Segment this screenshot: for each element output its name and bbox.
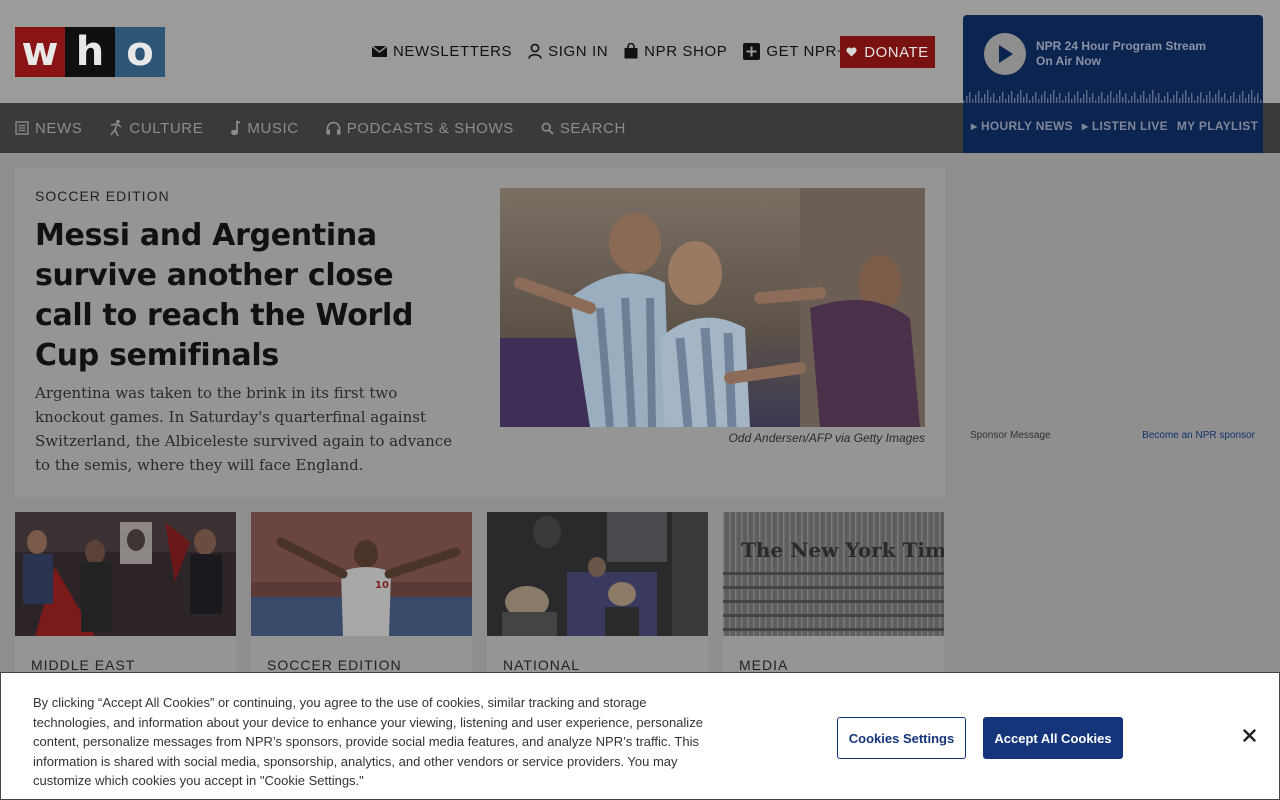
story-card[interactable]: MIDDLE EAST xyxy=(15,512,236,687)
newsletters-link[interactable]: NEWSLETTERS xyxy=(372,43,512,60)
nav-culture-label: CULTURE xyxy=(129,119,204,137)
close-icon xyxy=(1242,728,1256,742)
card-section-label[interactable]: SOCCER EDITION xyxy=(267,657,402,673)
music-note-icon xyxy=(231,120,241,136)
card-image: 10 xyxy=(251,512,472,636)
card-image xyxy=(15,512,236,636)
nav-music-label: MUSIC xyxy=(247,119,299,137)
hero-teaser: Argentina was taken to the brink in its … xyxy=(35,384,453,474)
cookies-settings-button[interactable]: Cookies Settings xyxy=(837,717,966,759)
svg-text:10: 10 xyxy=(375,580,389,591)
npr-shop-label: NPR SHOP xyxy=(644,42,728,60)
dancer-icon xyxy=(110,119,122,137)
plus-square-icon xyxy=(743,42,761,60)
hero-section-label[interactable]: SOCCER EDITION xyxy=(35,188,170,204)
shopping-bag-icon xyxy=(624,43,638,59)
cookie-consent-banner: By clicking “Accept All Cookies” or cont… xyxy=(0,672,1280,800)
card-image xyxy=(487,512,708,636)
card-section-label[interactable]: MIDDLE EAST xyxy=(31,657,135,673)
headphones-icon xyxy=(326,121,341,135)
hero-image[interactable] xyxy=(500,188,925,427)
play-icon xyxy=(999,45,1013,63)
story-cards: MIDDLE EAST 10 SOCCER EDITION NATIONAL T… xyxy=(15,512,944,687)
card-section-label[interactable]: NATIONAL xyxy=(503,657,580,673)
logo-letter-o: o xyxy=(115,27,165,77)
sponsor-bar: Sponsor Message Become an NPR sponsor xyxy=(970,430,1255,441)
live-stream-player: NPR 24 Hour Program Stream On Air Now ▸ … xyxy=(963,15,1263,153)
nyt-masthead-text: The New York Times xyxy=(741,538,944,562)
subway-photo xyxy=(487,512,708,636)
sign-in-link[interactable]: SIGN IN xyxy=(528,43,608,60)
section-nav: NEWS CULTURE MUSIC PODCASTS & SHOWS SEAR… xyxy=(0,103,963,153)
section-nav-edge xyxy=(1263,103,1280,153)
nav-culture[interactable]: CULTURE xyxy=(109,119,203,137)
wnyc-logo[interactable]: w h o xyxy=(15,27,165,77)
sponsor-message: Sponsor Message xyxy=(970,430,1051,441)
nav-music[interactable]: MUSIC xyxy=(230,120,298,137)
sign-in-label: SIGN IN xyxy=(548,42,609,60)
logo-letter-w: w xyxy=(15,27,65,77)
nav-search-label: SEARCH xyxy=(559,119,626,137)
become-sponsor-link[interactable]: Become an NPR sponsor xyxy=(1142,430,1255,441)
audio-waveform xyxy=(963,90,1262,103)
card-image: The New York Times xyxy=(723,512,944,636)
nav-news[interactable]: NEWS xyxy=(15,120,82,137)
nyt-building-photo: The New York Times xyxy=(723,512,944,636)
logo-letter-h: h xyxy=(65,27,115,77)
stream-title: NPR 24 Hour Program Stream xyxy=(1036,39,1207,53)
nav-search[interactable]: SEARCH xyxy=(541,120,626,137)
story-card[interactable]: 10 SOCCER EDITION xyxy=(251,512,472,687)
nav-podcasts-label: PODCASTS & SHOWS xyxy=(346,119,514,137)
hero-photo-credit: Odd Andersen/AFP via Getty Images xyxy=(728,431,925,445)
stream-status: On Air Now xyxy=(1036,54,1101,68)
heart-icon xyxy=(846,47,857,57)
user-icon xyxy=(528,43,542,59)
story-card[interactable]: NATIONAL xyxy=(487,512,708,687)
england-player-photo: 10 xyxy=(251,512,472,636)
listen-live-link[interactable]: ▸ LISTEN LIVE xyxy=(1082,119,1168,133)
hero-story: SOCCER EDITION Messi and Argentina survi… xyxy=(15,168,945,497)
hero-headline[interactable]: Messi and Argentina survive another clos… xyxy=(35,216,455,376)
get-npr-plus-label: GET NPR+ xyxy=(766,42,847,60)
cookie-policy-text: By clicking “Accept All Cookies” or cont… xyxy=(33,695,703,788)
search-icon xyxy=(541,122,554,135)
newsletters-label: NEWSLETTERS xyxy=(393,42,513,60)
hero-photo xyxy=(500,188,925,427)
nav-news-label: NEWS xyxy=(35,119,83,137)
npr-shop-link[interactable]: NPR SHOP xyxy=(624,43,727,60)
player-links: ▸ HOURLY NEWS ▸ LISTEN LIVE MY PLAYLIST xyxy=(963,119,1263,133)
donate-button[interactable]: DONATE xyxy=(840,36,935,68)
envelope-icon xyxy=(372,45,387,57)
nav-podcasts-shows[interactable]: PODCASTS & SHOWS xyxy=(326,120,514,137)
story-card[interactable]: The New York Times MEDIA xyxy=(723,512,944,687)
donate-label: DONATE xyxy=(864,43,929,61)
accept-all-cookies-button[interactable]: Accept All Cookies xyxy=(983,717,1123,759)
close-banner-button[interactable] xyxy=(1237,723,1261,747)
card-section-label[interactable]: MEDIA xyxy=(739,657,788,673)
play-button[interactable] xyxy=(984,33,1026,75)
middle-east-photo xyxy=(15,512,236,636)
newspaper-icon xyxy=(15,121,29,135)
top-nav: NEWSLETTERS SIGN IN NPR SHOP GET NPR+ xyxy=(372,40,846,62)
my-playlist-link[interactable]: MY PLAYLIST xyxy=(1177,119,1258,133)
hourly-news-link[interactable]: ▸ HOURLY NEWS xyxy=(971,119,1073,133)
get-npr-plus-link[interactable]: GET NPR+ xyxy=(743,42,847,60)
